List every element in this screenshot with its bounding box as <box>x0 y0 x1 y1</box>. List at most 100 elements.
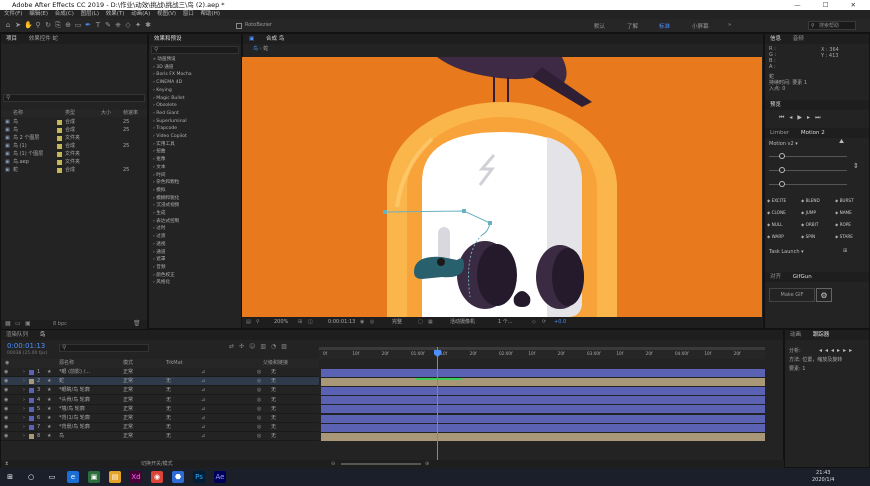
effect-category[interactable]: › Keying <box>153 88 172 94</box>
roto-brush-icon[interactable]: ✦ <box>134 21 142 30</box>
switch-icon[interactable]: ⊿ <box>201 386 205 395</box>
layer-trkmat[interactable]: 无 <box>166 396 171 405</box>
label-color[interactable] <box>57 152 62 157</box>
effect-category[interactable]: › 通道 <box>153 250 166 256</box>
effect-category[interactable]: › CINEMA 4D <box>153 80 182 86</box>
menu-composition[interactable]: 合成(C) <box>55 11 74 17</box>
timeline-layer-row[interactable]: ◉ › 3 ★ *眼睛/鸟 轮廓 正常 无 ⊿ ◎ 无 <box>1 386 319 396</box>
motion-btn-blend[interactable]: ◆ BLEND <box>801 198 820 203</box>
effect-category[interactable]: › 杂色和颗粒 <box>153 180 179 186</box>
layer-name[interactable]: *背景/鸟 轮廓 <box>59 423 90 432</box>
timeline-layer-row[interactable]: ◉ › 2 ★ 蛇 正常 无 ⊿ ◎ 无 <box>1 377 319 387</box>
layer-parent[interactable]: 无 <box>271 432 276 441</box>
layer-duration-bar[interactable] <box>321 423 765 432</box>
comp-canvas[interactable] <box>242 57 762 317</box>
always-preview-icon[interactable]: ▤ <box>246 317 251 328</box>
layer-label-color[interactable] <box>29 388 34 394</box>
new-folder-icon[interactable]: ▭ <box>15 320 21 327</box>
lock-icon[interactable]: ▣ <box>249 36 254 42</box>
expand-arrow-icon[interactable]: › <box>23 386 25 395</box>
eye-icon[interactable]: ◉ <box>4 396 8 405</box>
layer-duration-bar[interactable] <box>321 386 765 395</box>
layer-duration-bar[interactable] <box>321 396 765 405</box>
tab-comp-bird[interactable]: 合成 鸟 <box>266 36 284 42</box>
pen-tool-icon[interactable]: ✒ <box>84 21 92 30</box>
gifgun-settings-icon[interactable]: ⚙ <box>816 288 832 302</box>
label-color[interactable] <box>57 160 62 165</box>
project-item[interactable]: ▣ 鸟 合成 25 <box>1 127 147 134</box>
taskbar-store-icon[interactable]: ▣ <box>88 471 100 483</box>
magnify-icon[interactable]: ⚲ <box>256 317 260 328</box>
motion-btn-warp[interactable]: ◆ WARP <box>767 234 784 239</box>
delete-icon[interactable]: 🗑 <box>133 320 141 327</box>
keyframe-segment[interactable] <box>416 378 461 380</box>
tab-info[interactable]: 信息 <box>770 36 781 42</box>
channel-icon[interactable]: ◎ <box>370 317 374 328</box>
col-mode[interactable]: 模式 <box>123 359 133 368</box>
project-search-input[interactable]: ⚲ <box>3 94 145 102</box>
puppet-tool-icon[interactable]: ✱ <box>144 21 152 30</box>
timeline-layer-row[interactable]: ◉ › 5 ★ *墙/鸟 轮廓 正常 无 ⊿ ◎ 无 <box>1 404 319 414</box>
taskbar-clock[interactable]: 21:43 2020/1/4 <box>812 470 834 484</box>
effect-category[interactable]: › 模拟 <box>153 188 166 194</box>
tab-audio[interactable]: 音频 <box>793 36 804 42</box>
layer-trkmat[interactable]: 无 <box>166 405 171 414</box>
first-frame-icon[interactable]: ⏮ <box>779 114 789 121</box>
effect-category[interactable]: › 沉浸式视频 <box>153 203 179 209</box>
viewer-timecode[interactable]: 0:00:01:13 <box>328 317 355 328</box>
layer-label-color[interactable] <box>29 379 34 385</box>
clone-stamp-icon[interactable]: ⎈ <box>114 21 122 30</box>
layer-label-color[interactable] <box>29 425 34 431</box>
motion-btn-excite[interactable]: ◆ EXCITE <box>767 198 786 203</box>
effect-category[interactable]: » 动画预设 <box>153 57 176 63</box>
project-item[interactable]: ▣ 鸟 (1) 合成 25 <box>1 143 147 150</box>
zoom-out-icon[interactable]: ⊖ <box>331 460 335 468</box>
taskbar-after-effects-icon[interactable]: Ae <box>214 471 226 483</box>
timeline-layer-row[interactable]: ◉ › 1 ★ *眼 (前影) /... 正常 ⊿ ◎ 无 <box>1 368 319 377</box>
project-item[interactable]: ▣ 鸟 (1) 个图层 文件夹 <box>1 151 147 158</box>
taskbar-maps-icon[interactable]: ⬣ <box>172 471 184 483</box>
eye-icon[interactable]: ◉ <box>4 414 8 423</box>
timeline-layer-row[interactable]: ◉ › 7 ★ *背景/鸟 轮廓 正常 无 ⊿ ◎ 无 <box>1 423 319 433</box>
label-color[interactable] <box>57 128 62 133</box>
maximize-button[interactable]: ☐ <box>823 1 839 9</box>
effect-category[interactable]: › 透视 <box>153 242 166 248</box>
expand-arrow-icon[interactable]: › <box>23 377 25 386</box>
menu-edit[interactable]: 编辑(E) <box>29 11 48 17</box>
timeline-layer-row[interactable]: ◉ › 4 ★ *头骨/鸟 轮廓 正常 无 ⊿ ◎ 无 <box>1 395 319 405</box>
new-comp-icon[interactable]: ▣ <box>25 320 31 327</box>
switch-icon[interactable]: ⊿ <box>201 432 205 441</box>
timeline-zoom-slider[interactable] <box>341 463 421 465</box>
bpc-label[interactable]: 8 bpc <box>53 321 67 327</box>
layer-name[interactable]: 蛇 <box>59 377 64 386</box>
layer-parent[interactable]: 无 <box>271 386 276 395</box>
col-fps[interactable]: 帧速率 <box>123 110 138 117</box>
playhead-line[interactable] <box>437 347 438 462</box>
motion-lock-icon[interactable]: ⇕ <box>853 162 859 170</box>
pickwhip-icon[interactable]: ◎ <box>257 423 261 432</box>
layer-trkmat[interactable]: 无 <box>166 432 171 441</box>
toggle-modes-label[interactable]: 切换开关/模式 <box>141 460 173 468</box>
expand-arrow-icon[interactable]: › <box>23 396 25 405</box>
motion-btn-rope[interactable]: ◆ ROPE <box>835 222 851 227</box>
taskbar-start-icon[interactable]: ⊞ <box>4 471 16 483</box>
play-icon[interactable]: ▶ <box>797 114 807 121</box>
layer-mode[interactable]: 正常 <box>123 396 133 405</box>
taskbar-task-view-icon[interactable]: ▭ <box>46 471 58 483</box>
menu-file[interactable]: 文件(F) <box>4 11 22 17</box>
layer-name[interactable]: 鸟 <box>59 432 64 441</box>
tab-gifgun[interactable]: GifGun <box>793 274 812 280</box>
menu-help[interactable]: 帮助(H) <box>201 11 220 17</box>
layer-parent[interactable]: 无 <box>271 405 276 414</box>
layer-mode[interactable]: 正常 <box>123 414 133 423</box>
motion-btn-orbit[interactable]: ◆ ORBIT <box>801 222 818 227</box>
effect-category[interactable]: › 过渡 <box>153 234 166 240</box>
pan-behind-tool-icon[interactable]: ⊕ <box>64 21 72 30</box>
label-color[interactable] <box>57 136 62 141</box>
col-type[interactable]: 类型 <box>65 110 75 117</box>
analyze-back-icon[interactable]: ◂◂ <box>819 347 831 354</box>
motion-btn-burst[interactable]: ◆ BURST <box>835 198 854 203</box>
layer-mode[interactable]: 正常 <box>123 386 133 395</box>
layer-parent[interactable]: 无 <box>271 396 276 405</box>
mask-vertex[interactable] <box>488 221 492 225</box>
